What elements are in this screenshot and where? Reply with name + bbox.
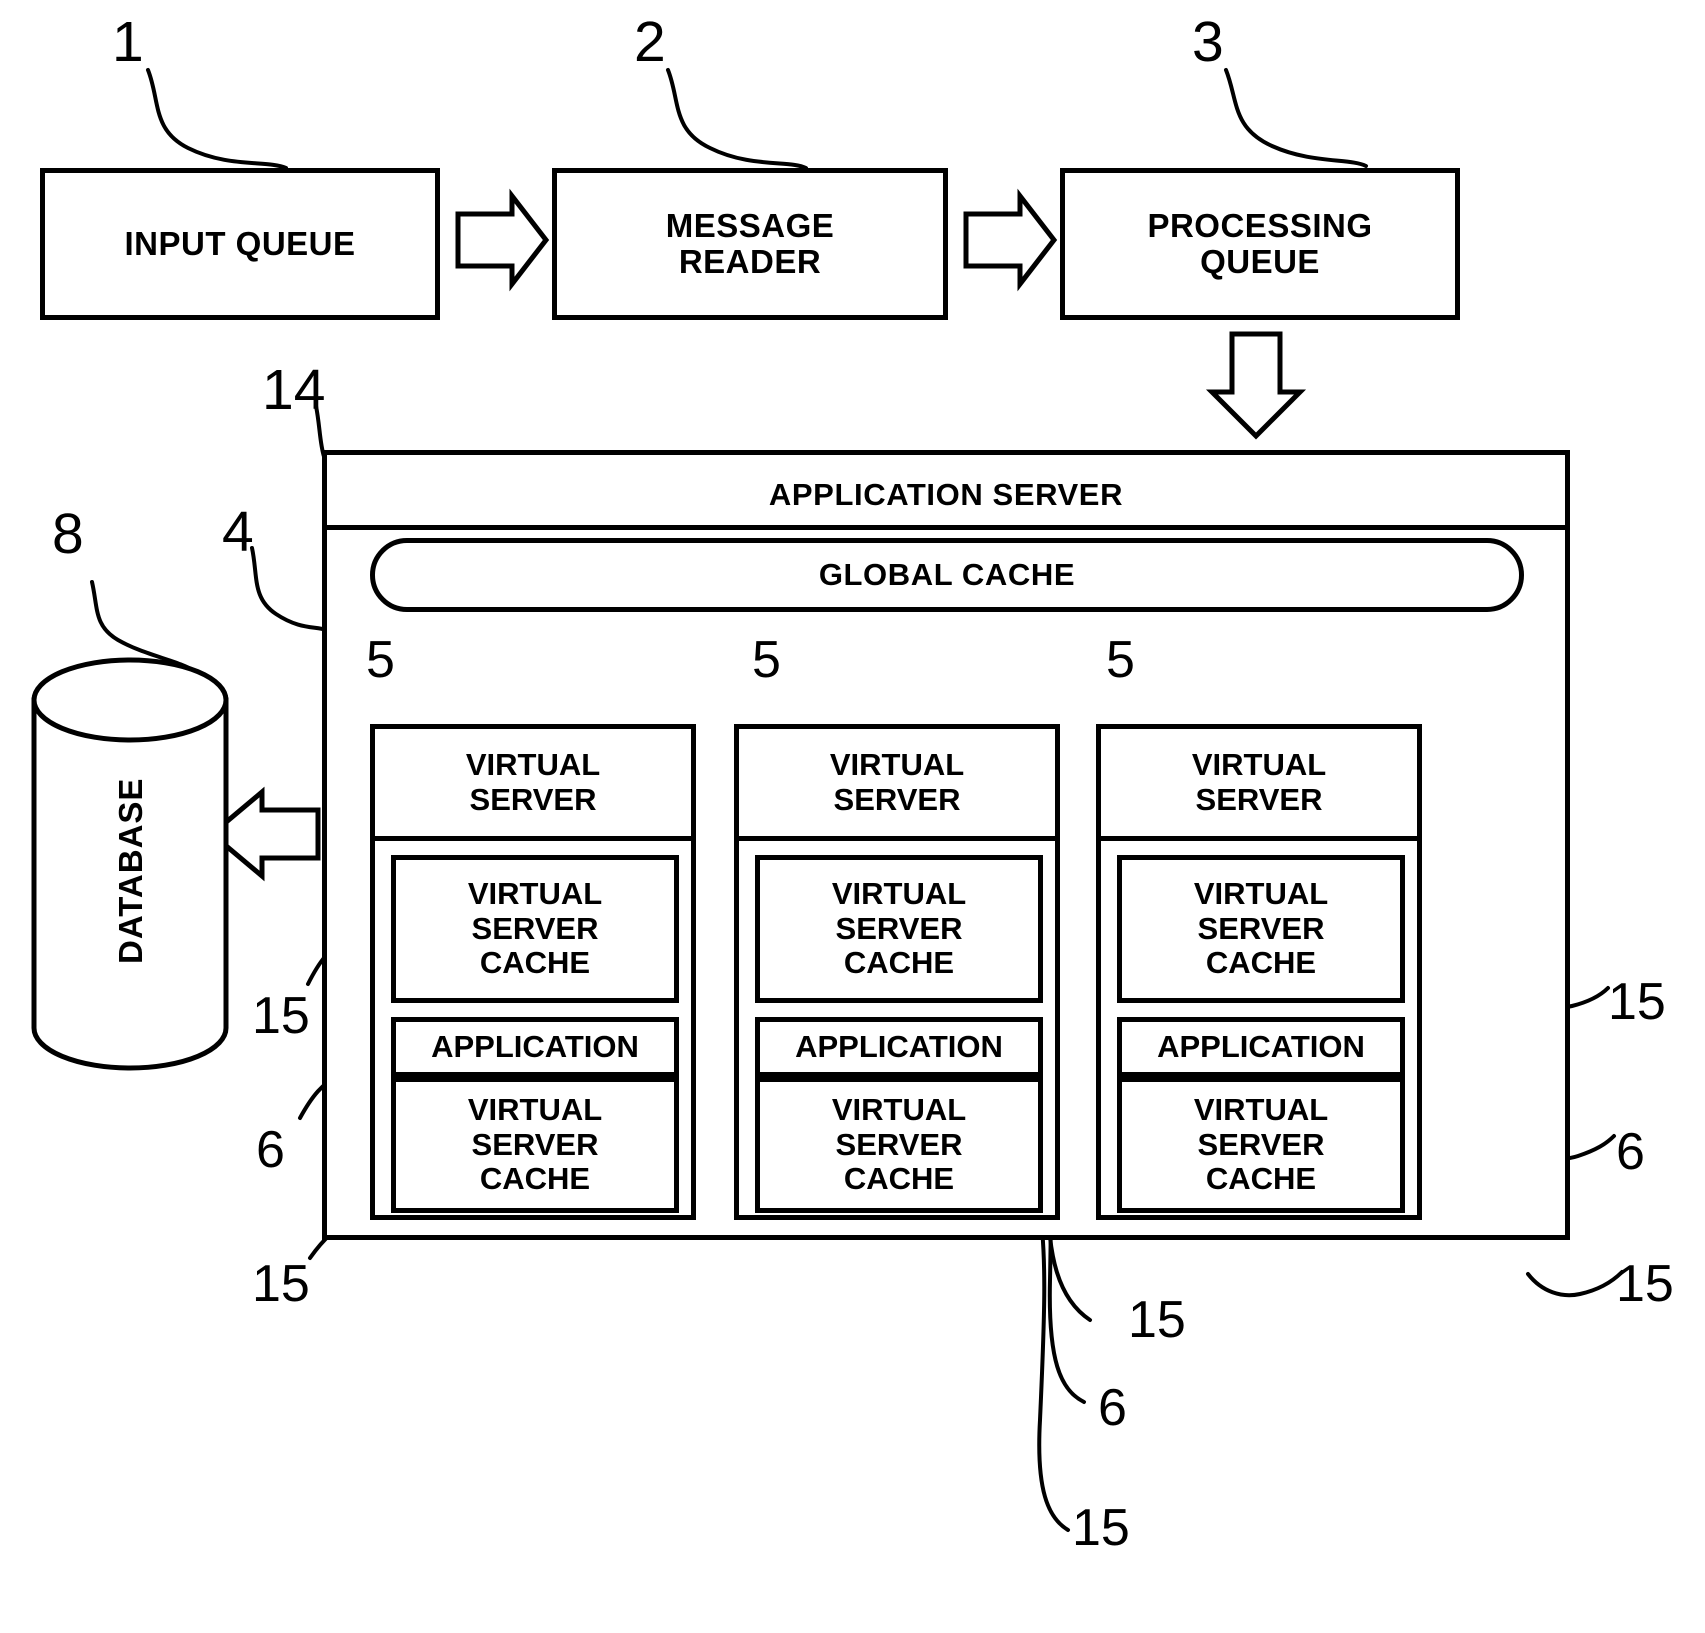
vs-cache-bot-1-line3: CACHE: [479, 1161, 591, 1197]
virtual-server-cache-bottom-3: VIRTUAL SERVER CACHE: [1117, 1077, 1405, 1213]
processing-queue-box: PROCESSING QUEUE: [1060, 168, 1460, 320]
input-queue-label: INPUT QUEUE: [124, 225, 356, 263]
ref-numeral-15-col3-lower: 15: [1616, 1255, 1674, 1313]
vs-cache-bot-2-line1: VIRTUAL: [831, 1091, 967, 1127]
ref-numeral-5-col2: 5: [752, 631, 781, 689]
ref-numeral-15-col1-upper: 15: [252, 987, 310, 1045]
application-box-2: APPLICATION: [755, 1017, 1043, 1077]
vs-cache-bot-3-line3: CACHE: [1205, 1161, 1317, 1197]
application-server-title: APPLICATION SERVER: [768, 477, 1124, 512]
virtual-server-column-2: VIRTUAL SERVER VIRTUAL SERVER CACHE APPL…: [734, 724, 1060, 1220]
application-label-3: APPLICATION: [1157, 1028, 1365, 1064]
arrow-input-to-reader: [455, 188, 550, 292]
ref-numeral-1: 1: [112, 10, 144, 74]
virtual-server-header-1: VIRTUAL SERVER: [375, 729, 691, 841]
database-label: DATABASE: [112, 777, 149, 964]
ref-numeral-2: 2: [634, 10, 666, 74]
processing-queue-label-line2: QUEUE: [1200, 243, 1320, 280]
virtual-server-cache-bottom-1: VIRTUAL SERVER CACHE: [391, 1077, 679, 1213]
message-reader-box: MESSAGE READER: [552, 168, 948, 320]
ref-numeral-3: 3: [1192, 10, 1224, 74]
vs-cache-top-1-line1: VIRTUAL: [467, 875, 603, 911]
ref-numeral-6-col2: 6: [1098, 1379, 1127, 1437]
input-queue-box: INPUT QUEUE: [40, 168, 440, 320]
vs-header-1-line1: VIRTUAL: [465, 746, 601, 782]
vs-cache-bot-2-line2: SERVER: [835, 1126, 963, 1162]
vs-cache-top-1-line3: CACHE: [479, 945, 591, 981]
application-box-1: APPLICATION: [391, 1017, 679, 1077]
vs-cache-top-2-line1: VIRTUAL: [831, 875, 967, 911]
vs-cache-top-2-line3: CACHE: [843, 945, 955, 981]
arrow-reader-to-queue: [963, 188, 1058, 292]
vs-cache-bot-1-line2: SERVER: [471, 1126, 599, 1162]
ref-numeral-15-col2-lower: 15: [1072, 1499, 1130, 1557]
leader-line-15-col3-lower: [1526, 1270, 1624, 1298]
leader-line-3: [1224, 68, 1368, 168]
virtual-server-cache-top-3: VIRTUAL SERVER CACHE: [1117, 855, 1405, 1003]
leader-line-1: [146, 68, 288, 170]
vs-cache-bot-1-line1: VIRTUAL: [467, 1091, 603, 1127]
ref-numeral-5-col3: 5: [1106, 631, 1135, 689]
application-label-1: APPLICATION: [431, 1028, 639, 1064]
virtual-server-column-3: VIRTUAL SERVER VIRTUAL SERVER CACHE APPL…: [1096, 724, 1422, 1220]
vs-header-2-line2: SERVER: [833, 781, 961, 817]
virtual-server-header-3: VIRTUAL SERVER: [1101, 729, 1417, 841]
patent-figure: INPUT QUEUE MESSAGE READER PROCESSING QU…: [0, 0, 1705, 1633]
vs-cache-top-3-line1: VIRTUAL: [1193, 875, 1329, 911]
vs-cache-top-1-line2: SERVER: [471, 910, 599, 946]
vs-cache-top-2-line2: SERVER: [835, 910, 963, 946]
virtual-server-cache-top-2: VIRTUAL SERVER CACHE: [755, 855, 1043, 1003]
vs-header-2-line1: VIRTUAL: [829, 746, 965, 782]
virtual-server-header-2: VIRTUAL SERVER: [739, 729, 1055, 841]
vs-header-1-line2: SERVER: [469, 781, 597, 817]
vs-header-3-line1: VIRTUAL: [1191, 746, 1327, 782]
virtual-server-cache-bottom-2: VIRTUAL SERVER CACHE: [755, 1077, 1043, 1213]
application-label-2: APPLICATION: [795, 1028, 1003, 1064]
leader-line-2: [666, 68, 808, 170]
processing-queue-label-line1: PROCESSING: [1147, 207, 1373, 245]
message-reader-label-line2: READER: [678, 243, 822, 280]
ref-numeral-6-col1: 6: [256, 1121, 285, 1179]
vs-cache-top-3-line3: CACHE: [1205, 945, 1317, 981]
ref-numeral-4: 4: [222, 500, 254, 564]
vs-header-3-line2: SERVER: [1195, 781, 1323, 817]
ref-numeral-5-col1: 5: [366, 631, 395, 689]
ref-numeral-15-col2-upper: 15: [1128, 1291, 1186, 1349]
application-server-divider: [327, 525, 1565, 530]
application-box-3: APPLICATION: [1117, 1017, 1405, 1077]
virtual-server-cache-top-1: VIRTUAL SERVER CACHE: [391, 855, 679, 1003]
vs-cache-bot-2-line3: CACHE: [843, 1161, 955, 1197]
leader-line-4: [250, 546, 328, 632]
global-cache-label: GLOBAL CACHE: [818, 557, 1076, 592]
ref-numeral-15-col1-lower: 15: [252, 1255, 310, 1313]
virtual-server-column-1: VIRTUAL SERVER VIRTUAL SERVER CACHE APPL…: [370, 724, 696, 1220]
ref-numeral-6-col3: 6: [1616, 1123, 1645, 1181]
vs-cache-top-3-line2: SERVER: [1197, 910, 1325, 946]
ref-numeral-14: 14: [262, 358, 326, 422]
vs-cache-bot-3-line1: VIRTUAL: [1193, 1091, 1329, 1127]
vs-cache-bot-3-line2: SERVER: [1197, 1126, 1325, 1162]
arrow-queue-to-appserver: [1205, 331, 1307, 440]
message-reader-label-line1: MESSAGE: [665, 207, 835, 245]
global-cache-box: GLOBAL CACHE: [370, 538, 1524, 612]
ref-numeral-8: 8: [52, 502, 84, 566]
ref-numeral-15-col3-upper: 15: [1608, 973, 1666, 1031]
